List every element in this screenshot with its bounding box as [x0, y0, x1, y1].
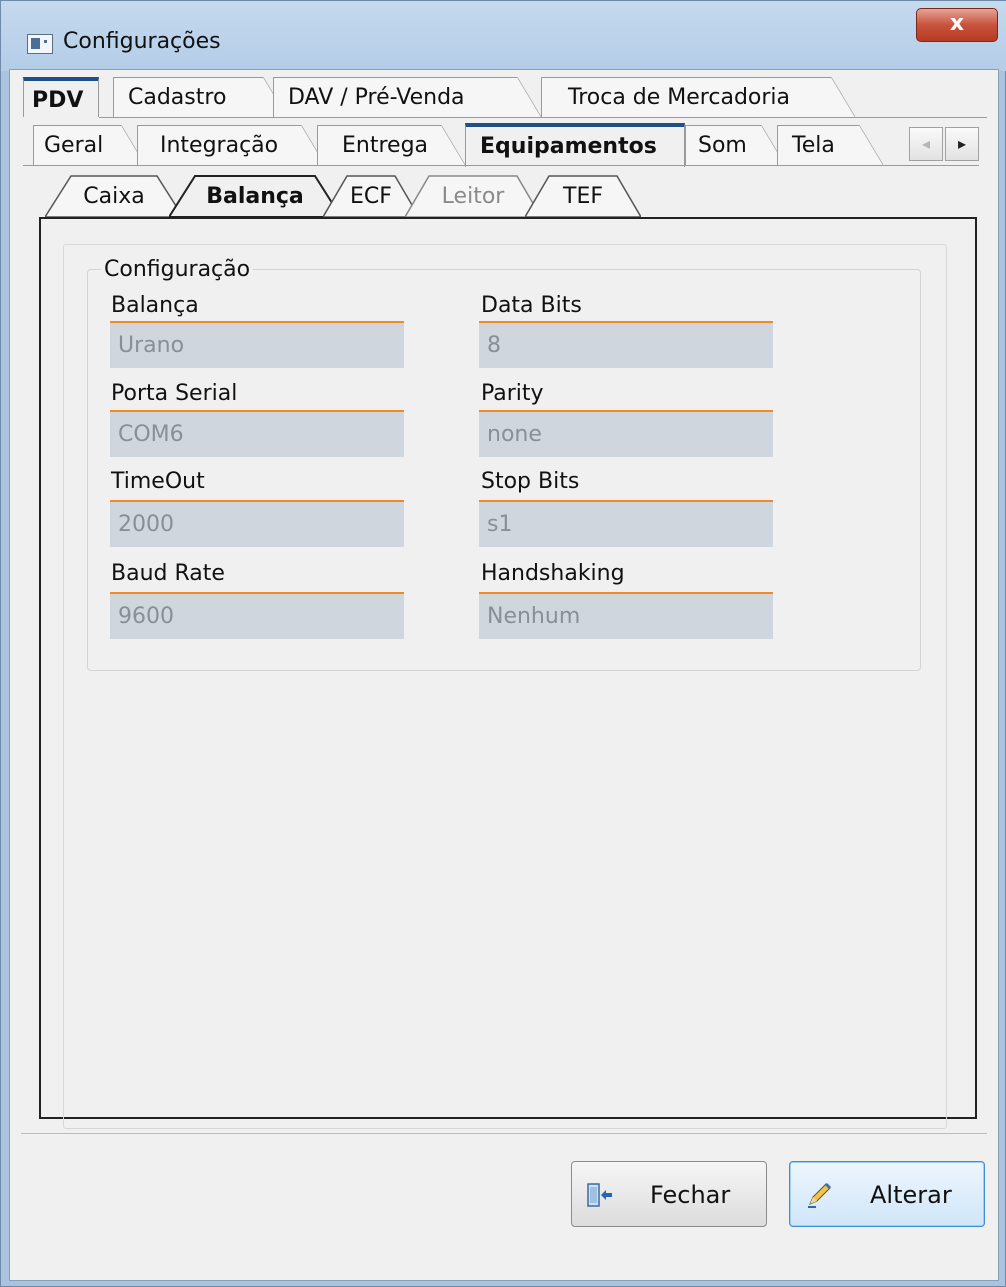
- tab-integracao[interactable]: Integração: [137, 125, 325, 165]
- handshaking-field[interactable]: Nenhum: [479, 592, 773, 639]
- data-bits-field[interactable]: 8: [479, 321, 773, 368]
- fechar-button[interactable]: Fechar: [571, 1161, 767, 1227]
- tab-row2-divider: [23, 165, 979, 166]
- alterar-label: Alterar: [870, 1181, 952, 1209]
- scroll-left-button[interactable]: ◂: [909, 127, 943, 161]
- tab-row-divider: [99, 117, 987, 118]
- configuracao-group-title: Configuração: [101, 257, 254, 282]
- tab-tela[interactable]: Tela: [777, 125, 883, 165]
- timeout-field[interactable]: 2000: [110, 500, 404, 547]
- tab-equipamentos[interactable]: Equipamentos: [465, 123, 685, 167]
- exit-door-icon: [587, 1183, 612, 1207]
- tab-pdv[interactable]: PDV: [23, 77, 99, 117]
- balanca-label: Balança: [111, 293, 199, 318]
- footer-separator: [21, 1133, 987, 1134]
- tab-troca-de-mercadoria[interactable]: Troca de Mercadoria: [541, 77, 855, 117]
- timeout-label: TimeOut: [111, 469, 205, 494]
- subtab-tef[interactable]: TEF: [525, 175, 641, 217]
- subtab-leitor-label: Leitor: [441, 184, 505, 209]
- baud-rate-label: Baud Rate: [111, 561, 225, 586]
- parity-label: Parity: [481, 381, 544, 406]
- balanca-field[interactable]: Urano: [110, 321, 404, 368]
- parity-field[interactable]: none: [479, 410, 773, 457]
- subtab-leitor: Leitor: [405, 175, 541, 217]
- porta-serial-label: Porta Serial: [111, 381, 238, 406]
- tab-cadastro[interactable]: Cadastro: [113, 77, 287, 117]
- title-bar[interactable]: Configurações x: [1, 1, 1006, 71]
- data-bits-label: Data Bits: [481, 293, 582, 318]
- subtab-balanca[interactable]: Balança: [169, 175, 341, 217]
- stop-bits-label: Stop Bits: [481, 469, 580, 494]
- tab-entrega[interactable]: Entrega: [317, 125, 465, 165]
- window-title: Configurações: [63, 29, 221, 54]
- subtab-ecf-label: ECF: [350, 184, 392, 209]
- pencil-icon: [808, 1183, 831, 1208]
- subtab-caixa[interactable]: Caixa: [45, 175, 183, 217]
- fechar-label: Fechar: [650, 1181, 731, 1209]
- alterar-button[interactable]: Alterar: [789, 1161, 985, 1227]
- tab-som[interactable]: Som: [685, 125, 785, 165]
- close-button[interactable]: x: [916, 8, 998, 42]
- subtab-caixa-label: Caixa: [83, 184, 145, 209]
- subtab-balanca-label: Balança: [206, 184, 304, 209]
- tab-scroll-buttons: ◂ ▸: [909, 127, 979, 161]
- handshaking-label: Handshaking: [481, 561, 625, 586]
- scroll-right-button[interactable]: ▸: [945, 127, 979, 161]
- configuracoes-window: Configurações x PDV Cadastro DAV / Pré-V…: [0, 0, 1006, 1287]
- subtab-tef-label: TEF: [563, 184, 603, 209]
- baud-rate-field[interactable]: 9600: [110, 592, 404, 639]
- tab-dav-pre-venda[interactable]: DAV / Pré-Venda: [273, 77, 541, 117]
- window-app-icon: [27, 34, 53, 54]
- stop-bits-field[interactable]: s1: [479, 500, 773, 547]
- tab-geral[interactable]: Geral: [33, 125, 145, 165]
- porta-serial-field[interactable]: COM6: [110, 410, 404, 457]
